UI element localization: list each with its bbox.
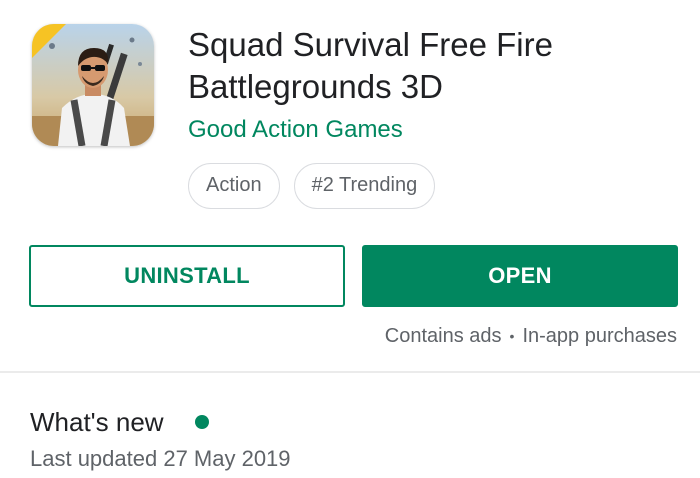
app-header: Squad Survival Free Fire Battlegrounds 3… — [0, 0, 700, 230]
uninstall-button[interactable]: UNINSTALL — [29, 245, 345, 307]
tag-chips: Action #2 Trending — [188, 163, 436, 209]
new-indicator-dot — [195, 415, 209, 429]
whats-new-heading[interactable]: What's new — [30, 405, 164, 439]
tag-chip-action[interactable]: Action — [188, 163, 280, 209]
in-app-purchases-label: In-app purchases — [522, 325, 677, 347]
tag-chip-trending[interactable]: #2 Trending — [293, 163, 436, 209]
contains-ads-label: Contains ads — [384, 325, 502, 347]
app-title: Squad Survival Free Fire Battlegrounds 3… — [188, 26, 553, 105]
monetization-notice: Contains ads • In-app purchases — [385, 322, 677, 350]
app-icon[interactable] — [32, 24, 154, 146]
game-character-icon — [32, 24, 154, 146]
open-button[interactable]: OPEN — [362, 245, 678, 307]
last-updated-text: Last updated 27 May 2019 — [30, 446, 291, 471]
separator-dot: • — [509, 328, 515, 344]
section-divider — [0, 371, 700, 373]
developer-link[interactable]: Good Action Games — [188, 114, 403, 146]
